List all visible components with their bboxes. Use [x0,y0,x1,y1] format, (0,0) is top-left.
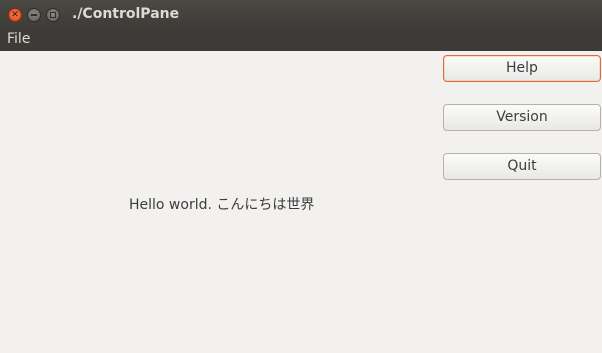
menubar: File [0,30,602,51]
window-titlebar: ✕ ./ControlPane [0,0,602,30]
help-button[interactable]: Help [443,55,601,82]
minimize-icon[interactable] [27,8,41,22]
menu-file[interactable]: File [7,31,30,47]
version-button[interactable]: Version [443,104,601,131]
close-icon[interactable]: ✕ [8,8,22,22]
window-title: ./ControlPane [72,6,180,22]
main-content: Help Version Quit Hello world. こんにちは世界 [0,51,602,353]
hello-world-label: Hello world. こんにちは世界 [129,197,315,213]
maximize-icon[interactable] [46,8,60,22]
quit-button[interactable]: Quit [443,153,601,180]
